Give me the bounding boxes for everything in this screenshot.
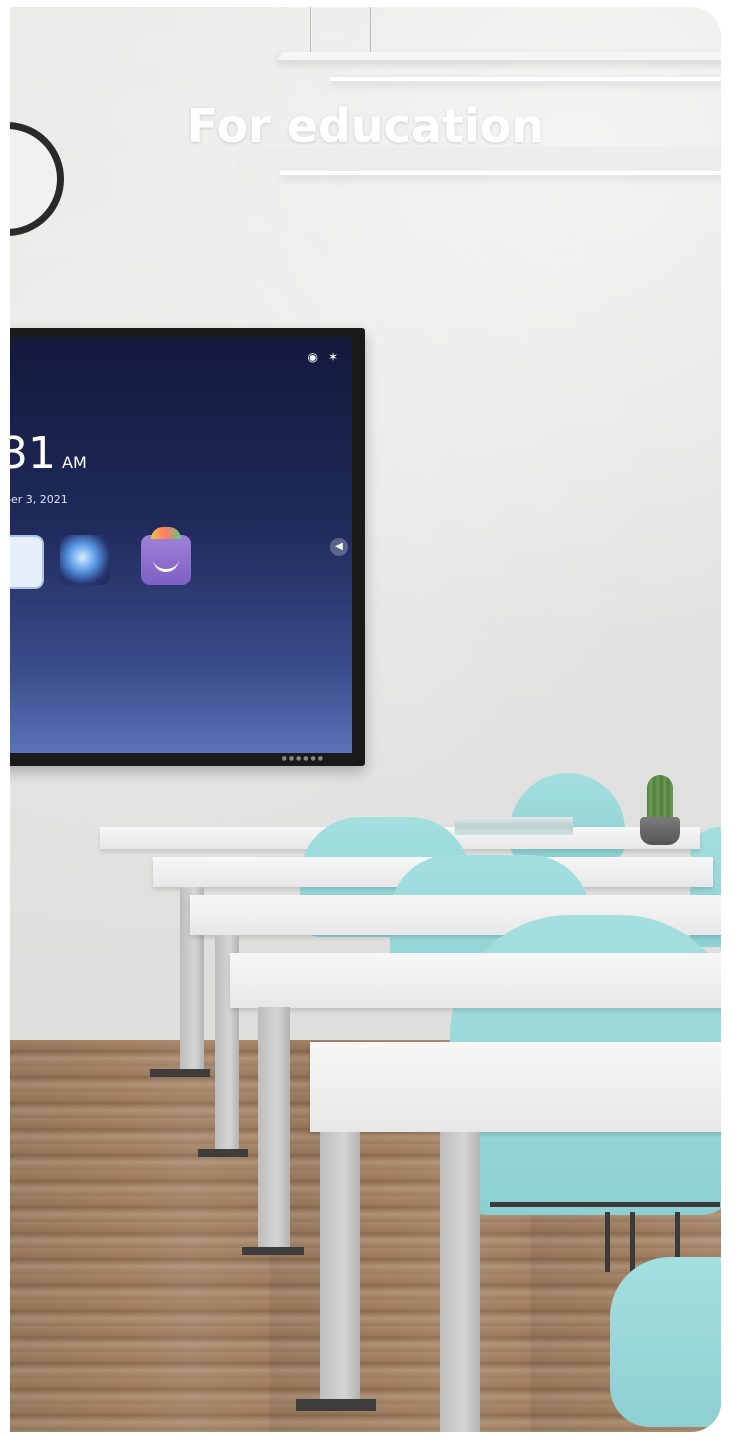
status-bar: ◉ ✶: [307, 350, 338, 364]
app-store-icon: [141, 527, 191, 585]
ceiling-light: [330, 77, 721, 81]
cast-app-icon: [10, 535, 44, 589]
education-photo-card: For education ◉ ✶ 31 AM ber 3, 2021 ◀ ●●●…: [10, 7, 721, 1432]
chair: [610, 1257, 721, 1427]
cactus: [647, 775, 673, 821]
section-title: For education: [186, 99, 545, 153]
bluetooth-icon: ✶: [327, 350, 338, 364]
desk-leg: [440, 1132, 480, 1432]
desk-foot: [242, 1247, 304, 1255]
ceiling-light: [280, 171, 721, 175]
chair-frame: [490, 1202, 720, 1207]
desk-leg: [320, 1132, 360, 1402]
interactive-display: ◉ ✶ 31 AM ber 3, 2021 ◀ ●●●●●●: [10, 328, 365, 766]
books: [455, 817, 573, 835]
wifi-icon: ◉: [307, 350, 318, 364]
screen-clock: 31 AM: [10, 428, 87, 479]
bezel-buttons: ●●●●●●: [281, 755, 325, 762]
chair-leg: [605, 1212, 610, 1272]
desk: [230, 953, 721, 1008]
browser-app-icon: [60, 535, 110, 585]
screen-ampm: AM: [62, 453, 87, 472]
screen-time-value: 31: [10, 428, 56, 479]
desk-foot: [150, 1069, 210, 1077]
plant-pot: [640, 817, 680, 845]
chevron-left-icon: ◀: [330, 538, 348, 556]
light-wire: [370, 7, 371, 55]
desk-leg: [258, 1007, 290, 1252]
screen-date: ber 3, 2021: [10, 493, 68, 506]
ceiling-light: [277, 52, 721, 60]
desk: [310, 1042, 721, 1132]
light-wire: [310, 7, 311, 55]
desk-foot: [296, 1399, 376, 1411]
desk-foot: [198, 1149, 248, 1157]
display-screen: ◉ ✶ 31 AM ber 3, 2021 ◀: [10, 338, 352, 753]
